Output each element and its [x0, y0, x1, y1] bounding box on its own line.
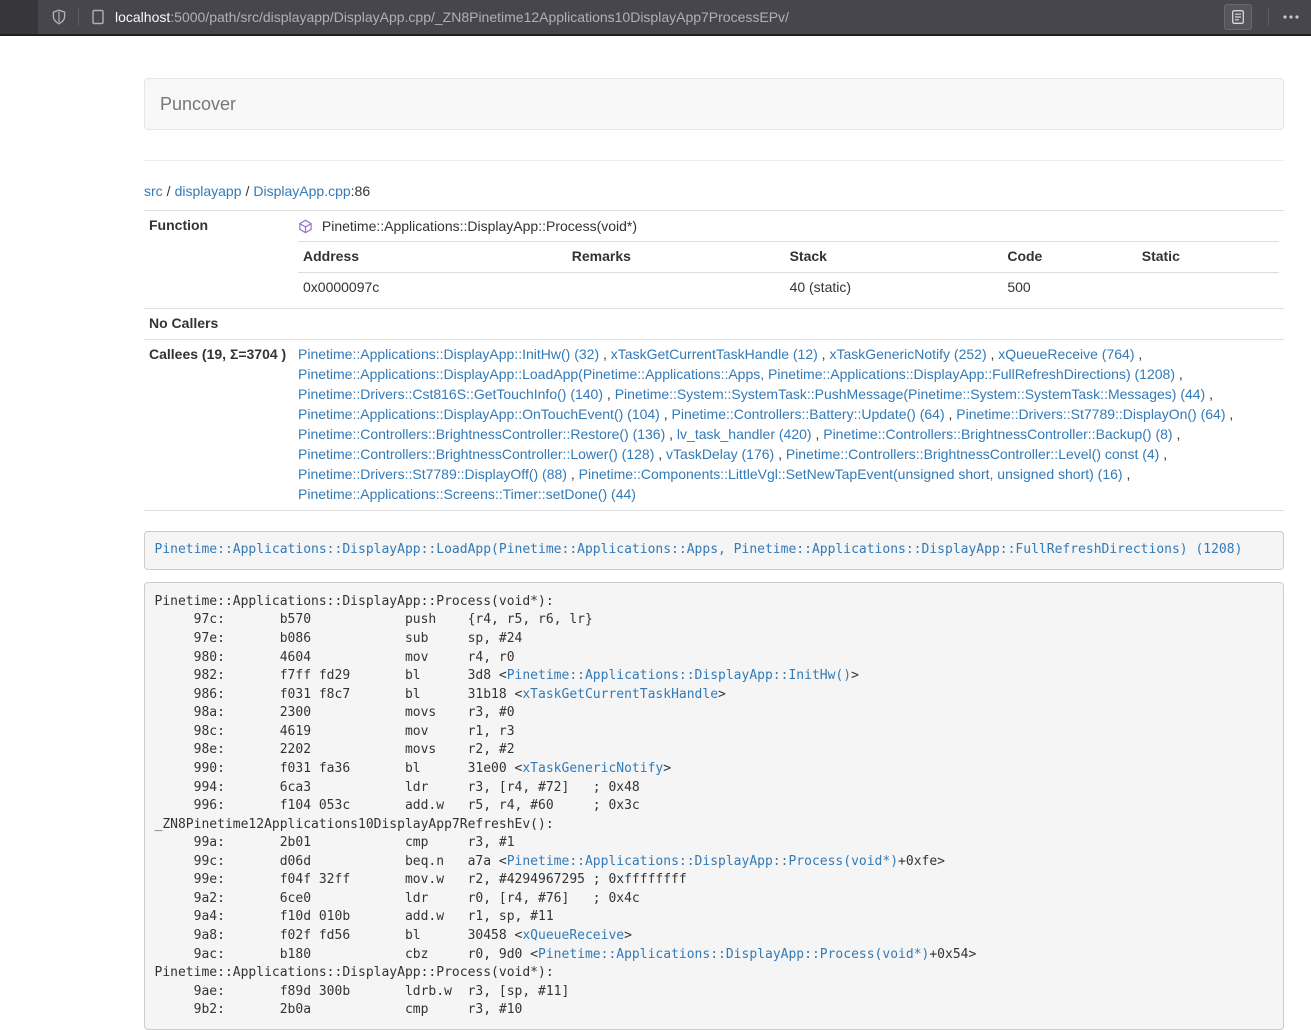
callee-separator: , — [774, 446, 786, 462]
disasm-symbol-link[interactable]: xTaskGetCurrentTaskHandle — [522, 687, 718, 702]
function-detail-table: Address Remarks Stack Code Static 0x0000… — [298, 241, 1279, 303]
shield-icon[interactable] — [48, 6, 70, 28]
callee-link[interactable]: Pinetime::Applications::DisplayApp::Init… — [298, 346, 599, 362]
breadcrumb-link-displayapp[interactable]: displayapp — [175, 183, 242, 199]
callee-link[interactable]: Pinetime::Components::LittleVgl::SetNewT… — [579, 466, 1123, 482]
callee-separator: , — [1226, 406, 1234, 422]
callee-link[interactable]: Pinetime::Applications::DisplayApp::OnTo… — [298, 406, 660, 422]
breadcrumb-separator: / — [167, 183, 171, 199]
callee-separator: , — [665, 426, 677, 442]
callee-separator: , — [567, 466, 579, 482]
detail-header-row: Address Remarks Stack Code Static — [298, 242, 1279, 273]
app-brand[interactable]: Puncover — [145, 94, 251, 114]
value-address: 0x0000097c — [298, 272, 567, 302]
callee-separator: , — [1134, 346, 1142, 362]
callees-row: Callees (19, Σ=3704 ) Pinetime::Applicat… — [144, 339, 1284, 510]
function-name-line: Pinetime::Applications::DisplayApp::Proc… — [298, 216, 1279, 236]
divider — [144, 160, 1284, 161]
detail-value-row: 0x0000097c 40 (static) 500 — [298, 272, 1279, 302]
col-stack: Stack — [785, 242, 1003, 273]
callee-link[interactable]: Pinetime::Drivers::Cst816S::GetTouchInfo… — [298, 386, 603, 402]
value-static — [1137, 272, 1279, 302]
callee-link[interactable]: Pinetime::Drivers::St7789::DisplayOn() (… — [956, 406, 1225, 422]
callee-separator: , — [1175, 366, 1183, 382]
function-cell: Pinetime::Applications::DisplayApp::Proc… — [293, 211, 1284, 309]
symbol-info-table: Function Pinetime::Applications::Display… — [144, 210, 1284, 511]
disassembly-listing: Pinetime::Applications::DisplayApp::Proc… — [144, 582, 1284, 1030]
function-row-label: Function — [144, 211, 293, 309]
browser-toolbar: localhost:5000/path/src/displayapp/Displ… — [0, 0, 1311, 36]
page-icon — [87, 6, 109, 28]
callee-link[interactable]: xTaskGetCurrentTaskHandle (12) — [611, 346, 818, 362]
more-menu-icon[interactable] — [1277, 5, 1305, 29]
callee-separator: , — [1159, 446, 1167, 462]
callee-link[interactable]: vTaskDelay (176) — [666, 446, 774, 462]
callee-link[interactable]: Pinetime::Controllers::BrightnessControl… — [298, 426, 665, 442]
breadcrumb-link-src[interactable]: src — [144, 183, 163, 199]
value-code: 500 — [1002, 272, 1136, 302]
callees-label: Callees (19, Σ=3704 ) — [144, 339, 293, 510]
col-code: Code — [1002, 242, 1136, 273]
callee-link[interactable]: Pinetime::Applications::Screens::Timer::… — [298, 486, 636, 502]
reader-mode-button[interactable] — [1224, 4, 1252, 30]
function-row: Function Pinetime::Applications::Display… — [144, 211, 1284, 309]
loadapp-snippet: Pinetime::Applications::DisplayApp::Load… — [144, 531, 1284, 571]
callee-link[interactable]: Pinetime::Drivers::St7789::DisplayOff() … — [298, 466, 567, 482]
loadapp-link[interactable]: Pinetime::Applications::DisplayApp::Load… — [155, 542, 1243, 557]
no-callers-cell — [293, 308, 1284, 339]
callees-list: Pinetime::Applications::DisplayApp::Init… — [293, 339, 1284, 510]
callee-link[interactable]: Pinetime::Controllers::Battery::Update()… — [672, 406, 945, 422]
callee-link[interactable]: lv_task_handler (420) — [677, 426, 812, 442]
col-address: Address — [298, 242, 567, 273]
url-path: :5000/path/src/displayapp/DisplayApp.cpp… — [170, 9, 789, 25]
breadcrumb: src/displayapp/DisplayApp.cpp:86 — [144, 181, 1284, 201]
col-static: Static — [1137, 242, 1279, 273]
callee-separator: , — [660, 406, 672, 422]
function-name: Pinetime::Applications::DisplayApp::Proc… — [322, 218, 637, 234]
breadcrumb-link-file[interactable]: DisplayApp.cpp — [253, 183, 350, 199]
callee-separator: , — [1205, 386, 1213, 402]
callee-separator: , — [599, 346, 611, 362]
callee-separator: , — [818, 346, 830, 362]
toolbar-divider-2 — [1268, 8, 1269, 26]
callee-link[interactable]: Pinetime::Controllers::BrightnessControl… — [298, 446, 654, 462]
page-container: Puncover src/displayapp/DisplayApp.cpp:8… — [144, 78, 1284, 1030]
no-callers-label: No Callers — [144, 308, 293, 339]
callee-link[interactable]: xTaskGenericNotify (252) — [829, 346, 986, 362]
disasm-symbol-link[interactable]: xQueueReceive — [522, 928, 624, 943]
value-stack: 40 (static) — [785, 272, 1003, 302]
callee-separator: , — [812, 426, 824, 442]
callee-link[interactable]: xQueueReceive (764) — [998, 346, 1134, 362]
app-navbar: Puncover — [144, 78, 1284, 130]
disasm-symbol-link[interactable]: Pinetime::Applications::DisplayApp::Proc… — [507, 854, 898, 869]
value-remarks — [567, 272, 785, 302]
breadcrumb-separator: / — [246, 183, 250, 199]
callee-separator: , — [945, 406, 957, 422]
disasm-symbol-link[interactable]: Pinetime::Applications::DisplayApp::Init… — [507, 668, 851, 683]
disasm-symbol-link[interactable]: Pinetime::Applications::DisplayApp::Proc… — [538, 947, 929, 962]
callee-link[interactable]: Pinetime::Applications::DisplayApp::Load… — [298, 366, 1175, 382]
callee-separator: , — [1173, 426, 1181, 442]
callee-separator: , — [603, 386, 615, 402]
callee-separator: , — [654, 446, 666, 462]
no-callers-row: No Callers — [144, 308, 1284, 339]
col-remarks: Remarks — [567, 242, 785, 273]
callee-link[interactable]: Pinetime::Controllers::BrightnessControl… — [823, 426, 1172, 442]
callee-link[interactable]: Pinetime::Controllers::BrightnessControl… — [786, 446, 1159, 462]
callee-separator: , — [987, 346, 999, 362]
disasm-symbol-link[interactable]: xTaskGenericNotify — [522, 761, 663, 776]
cube-icon — [298, 219, 313, 234]
breadcrumb-line-number: :86 — [351, 183, 370, 199]
callee-separator: , — [1123, 466, 1131, 482]
callee-link[interactable]: Pinetime::System::SystemTask::PushMessag… — [615, 386, 1206, 402]
url-host: localhost — [115, 9, 170, 25]
address-bar[interactable]: localhost:5000/path/src/displayapp/Displ… — [38, 0, 1311, 34]
url-text[interactable]: localhost:5000/path/src/displayapp/Displ… — [115, 9, 1224, 25]
toolbar-divider — [78, 8, 79, 26]
